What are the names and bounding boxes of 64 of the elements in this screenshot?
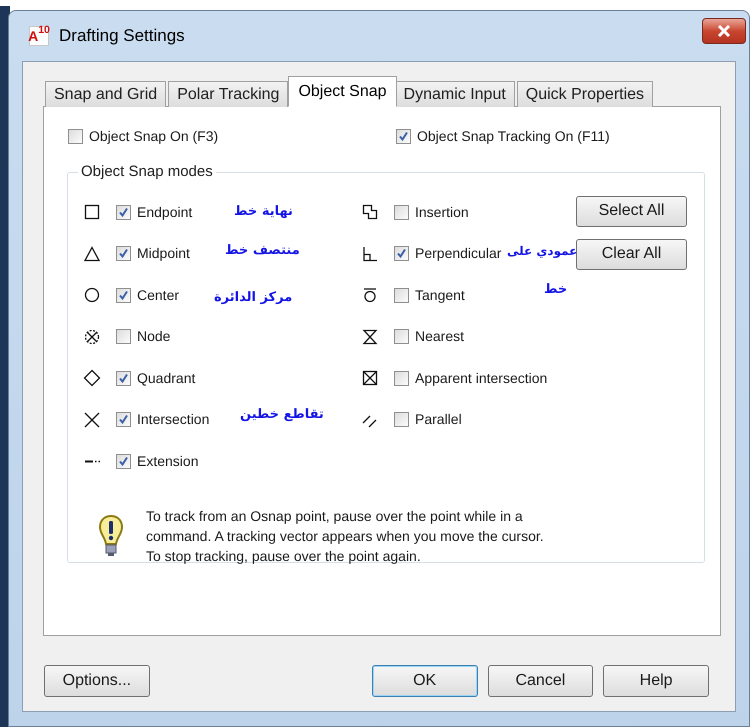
dialog-button[interactable]: Help [603, 665, 709, 697]
checkbox[interactable] [116, 370, 131, 386]
circle-icon [83, 286, 101, 304]
checkbox[interactable] [394, 412, 409, 428]
checkbox[interactable] [394, 204, 409, 220]
checkbox[interactable] [394, 329, 409, 344]
dash-dots-icon [84, 460, 100, 463]
tab[interactable]: Polar Tracking [168, 81, 288, 107]
annotation-text: نهاية خط [234, 203, 293, 221]
square-icon [83, 203, 101, 222]
checkbox-label: Apparent intersection [415, 368, 548, 388]
dialog-button[interactable]: OK [372, 665, 478, 697]
checkbox[interactable] [68, 129, 83, 144]
dialog-button[interactable]: Options... [44, 665, 150, 697]
checkbox[interactable] [116, 204, 131, 220]
checkbox-label: Insertion [415, 202, 469, 222]
checkbox-label: Node [137, 327, 170, 346]
checkbox-label: Endpoint [137, 202, 192, 222]
checkbox[interactable] [116, 329, 131, 344]
checkbox-label: Object Snap On (F3) [89, 127, 218, 146]
checkbox[interactable] [394, 370, 409, 386]
checkbox-label: Quadrant [137, 368, 196, 388]
checkbox-label: Midpoint [137, 244, 190, 264]
tab[interactable]: Quick Properties [516, 81, 654, 107]
window-title: Drafting Settings [59, 25, 185, 48]
circled-cross-icon [83, 328, 101, 346]
dialog-button[interactable]: Cancel [488, 665, 594, 697]
checkbox-label: Object Snap Tracking On (F11) [417, 127, 610, 146]
checkbox-label: Center [137, 286, 180, 305]
tab[interactable]: Snap and Grid [45, 81, 166, 107]
close-icon [717, 25, 731, 37]
tip-text: To track from an Osnap point, pause over the point while in a command. A tracking vector appears when you move the cursor. To stop tracking, pause over the point again. [146, 506, 545, 566]
tab[interactable]: Dynamic Input [394, 81, 515, 107]
hourglass-icon [361, 328, 379, 346]
checkbox[interactable] [116, 246, 131, 262]
checkbox[interactable] [394, 288, 409, 303]
lightbulb-icon [98, 514, 124, 558]
checkbox[interactable] [116, 412, 131, 428]
tab[interactable]: Object Snap [288, 76, 397, 107]
annotation-text: مركز الدائرة [214, 289, 292, 307]
select-button[interactable]: Clear All [576, 238, 687, 270]
checkbox-label: Tangent [415, 286, 465, 305]
annotation-text: خط [544, 281, 568, 299]
checkbox-label: Nearest [415, 327, 464, 346]
checkbox-label: Parallel [415, 410, 462, 430]
group-label: Object Snap modes [80, 162, 214, 182]
checkbox-label: Intersection [137, 410, 210, 430]
triangle-icon [83, 244, 101, 263]
checkbox[interactable] [116, 288, 131, 303]
tangent-icon [361, 286, 379, 304]
overlapping-squares-icon [361, 203, 379, 222]
close-button[interactable] [702, 18, 746, 44]
annotation-text: تقاطع خطين [240, 406, 324, 424]
perpendicular-icon [361, 244, 379, 263]
select-button[interactable]: Select All [576, 196, 687, 226]
checkbox[interactable] [394, 246, 409, 262]
annotation-text: منتصف خط [225, 242, 300, 260]
boxed-cross-icon [361, 369, 379, 388]
checkbox[interactable] [116, 454, 131, 469]
cross-icon [83, 410, 101, 429]
diamond-icon [83, 369, 101, 388]
checkbox[interactable] [396, 129, 411, 144]
checkbox-label: Perpendicular [415, 244, 502, 264]
checkbox-label: Extension [137, 452, 198, 471]
